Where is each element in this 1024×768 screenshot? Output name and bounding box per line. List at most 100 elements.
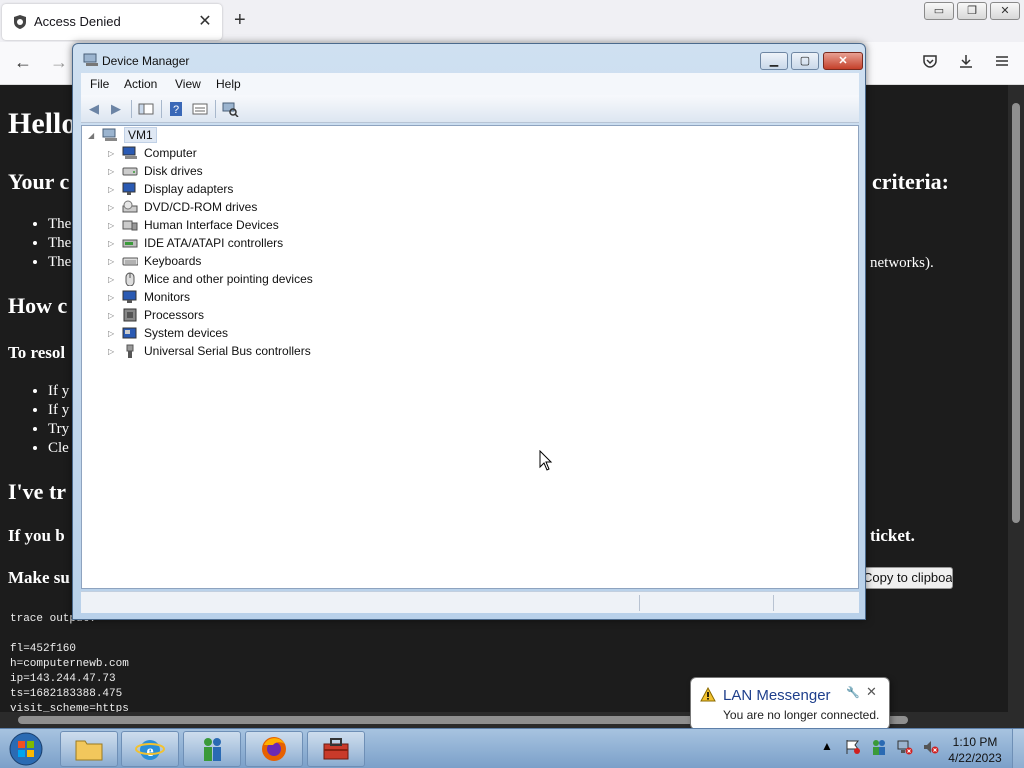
expand-icon[interactable]: ▷ xyxy=(108,347,118,356)
taskbar-lan-messenger[interactable] xyxy=(183,731,241,767)
restore-button[interactable]: ❐ xyxy=(957,2,987,20)
help-icon[interactable]: ? xyxy=(167,101,185,117)
close-button[interactable]: ✕ xyxy=(823,52,863,70)
forward-icon[interactable]: ▶ xyxy=(107,101,125,117)
computer-icon xyxy=(102,128,117,141)
lan-messenger-tray-icon[interactable] xyxy=(870,739,888,755)
show-hide-tree-icon[interactable] xyxy=(137,101,155,117)
hid-icon xyxy=(122,220,138,231)
menu-bar: File Action View Help xyxy=(81,73,859,95)
pocket-icon[interactable] xyxy=(922,53,938,69)
taskbar-internet-explorer[interactable]: e xyxy=(121,731,179,767)
device-category-item[interactable]: ▷ Mice and other pointing devices xyxy=(108,270,313,288)
start-button[interactable] xyxy=(4,730,48,768)
expand-icon[interactable]: ▷ xyxy=(108,203,118,212)
device-category-item[interactable]: ▷ Monitors xyxy=(108,288,190,306)
collapse-icon[interactable]: ◢ xyxy=(88,131,98,140)
firefox-icon xyxy=(262,737,286,761)
scan-hardware-icon[interactable] xyxy=(221,101,239,117)
scrollbar-thumb[interactable] xyxy=(1012,103,1020,523)
expand-icon[interactable]: ▷ xyxy=(108,149,118,158)
expand-icon[interactable]: ▷ xyxy=(108,293,118,302)
network-disconnected-icon[interactable] xyxy=(896,739,914,755)
list-item: The xyxy=(48,253,71,272)
copy-to-clipboard-button[interactable]: Copy to clipboard xyxy=(858,567,953,589)
device-category-item[interactable]: ▷ Display adapters xyxy=(108,180,233,198)
internet-explorer-icon: e xyxy=(135,740,165,760)
device-category-label: Human Interface Devices xyxy=(144,218,279,232)
section3-heading: I've tr xyxy=(8,479,67,504)
show-hidden-icons-icon[interactable]: ▲ xyxy=(818,739,836,755)
menu-help[interactable]: Help xyxy=(216,77,241,91)
device-category-label: Monitors xyxy=(144,290,191,304)
back-icon[interactable]: ◀ xyxy=(85,101,103,117)
device-category-item[interactable]: ▷ Universal Serial Bus controllers xyxy=(108,342,311,360)
system-device-icon xyxy=(122,327,137,339)
window-title: Device Manager xyxy=(102,54,190,68)
action-center-icon[interactable] xyxy=(844,739,862,755)
expand-icon[interactable]: ▷ xyxy=(108,239,118,248)
taskbar-firefox[interactable] xyxy=(245,731,303,767)
trace-line: h=computernewb.com xyxy=(10,658,129,670)
criteria-list: The The The xyxy=(48,215,71,272)
expand-icon[interactable]: ▷ xyxy=(108,329,118,338)
processor-icon xyxy=(123,308,137,322)
device-category-item[interactable]: ▷ Keyboards xyxy=(108,252,201,270)
back-button[interactable]: ← xyxy=(14,52,32,73)
device-category-item[interactable]: ▷ System devices xyxy=(108,324,228,342)
clock[interactable]: 1:10 PM 4/22/2023 xyxy=(940,734,1010,766)
expand-icon[interactable]: ▷ xyxy=(108,221,118,230)
taskbar-file-explorer[interactable] xyxy=(60,731,118,767)
device-category-item[interactable]: ▷ DVD/CD-ROM drives xyxy=(108,198,257,216)
device-category-label: Keyboards xyxy=(144,254,202,268)
toolbar: ◀ ▶ ? xyxy=(81,95,859,123)
expand-icon[interactable]: ▷ xyxy=(108,275,118,284)
minimize-button[interactable]: ▁ xyxy=(760,52,788,70)
svg-text:?: ? xyxy=(173,104,179,116)
vertical-scrollbar[interactable] xyxy=(1008,85,1024,712)
menu-icon[interactable] xyxy=(994,53,1010,69)
browser-tab[interactable]: Access Denied ✕ xyxy=(2,4,222,40)
trace-output: trace output: fl=452f160 h=computernewb.c… xyxy=(10,612,129,712)
close-button[interactable]: ✕ xyxy=(990,2,1020,20)
section2-subheading: To resol xyxy=(8,343,66,362)
show-desktop-button[interactable] xyxy=(1012,729,1024,768)
wrench-icon[interactable]: 🔧 xyxy=(846,686,860,699)
tab-close-icon[interactable]: ✕ xyxy=(196,11,214,31)
device-category-label: Disk drives xyxy=(144,164,203,178)
shield-icon xyxy=(14,15,26,29)
menu-file[interactable]: File xyxy=(90,77,109,91)
notification-close-icon[interactable]: ✕ xyxy=(866,684,877,700)
expand-icon[interactable]: ▷ xyxy=(108,185,118,194)
tree-root[interactable]: ◢ VM1 xyxy=(88,126,157,144)
device-category-item[interactable]: ▷ IDE ATA/ATAPI controllers xyxy=(108,234,283,252)
menu-view[interactable]: View xyxy=(175,77,201,91)
minimize-button[interactable]: ▭ xyxy=(924,2,954,20)
new-tab-button[interactable]: + xyxy=(234,9,246,32)
device-category-item[interactable]: ▷ Computer xyxy=(108,144,197,162)
list-item: The xyxy=(48,215,71,234)
section1-heading: Your c xyxy=(8,169,70,194)
taskbar: e ▲ 1:10 PM 4/22/2023 xyxy=(0,728,1024,768)
device-manager-window[interactable]: Device Manager ▁ ▢ ✕ File Action View He… xyxy=(72,43,866,620)
notification-balloon[interactable]: LAN Messenger 🔧 ✕ You are no longer conn… xyxy=(690,677,890,738)
device-category-item[interactable]: ▷ Processors xyxy=(108,306,204,324)
volume-muted-icon[interactable] xyxy=(922,739,940,755)
device-category-item[interactable]: ▷ Disk drives xyxy=(108,162,203,180)
expand-icon[interactable]: ▷ xyxy=(108,257,118,266)
keyboard-icon xyxy=(122,257,138,266)
section3-subheading: If you b xyxy=(8,526,65,545)
download-icon[interactable] xyxy=(958,53,974,69)
tree-root-label: VM1 xyxy=(124,127,157,143)
expand-icon[interactable]: ▷ xyxy=(108,167,118,176)
device-tree[interactable]: ◢ VM1 ▷ Computer ▷ Disk drives ▷ Display adap… xyxy=(81,125,859,589)
expand-icon[interactable]: ▷ xyxy=(108,311,118,320)
properties-icon[interactable] xyxy=(191,101,209,117)
resolution-list: If y If y Try Cle xyxy=(48,382,69,458)
maximize-button[interactable]: ▢ xyxy=(791,52,819,70)
taskbar-device-manager[interactable] xyxy=(307,731,365,767)
forward-button[interactable]: → xyxy=(50,52,68,73)
menu-action[interactable]: Action xyxy=(124,77,157,91)
device-category-item[interactable]: ▷ Human Interface Devices xyxy=(108,216,279,234)
title-bar[interactable]: Device Manager ▁ ▢ ✕ xyxy=(73,44,865,72)
